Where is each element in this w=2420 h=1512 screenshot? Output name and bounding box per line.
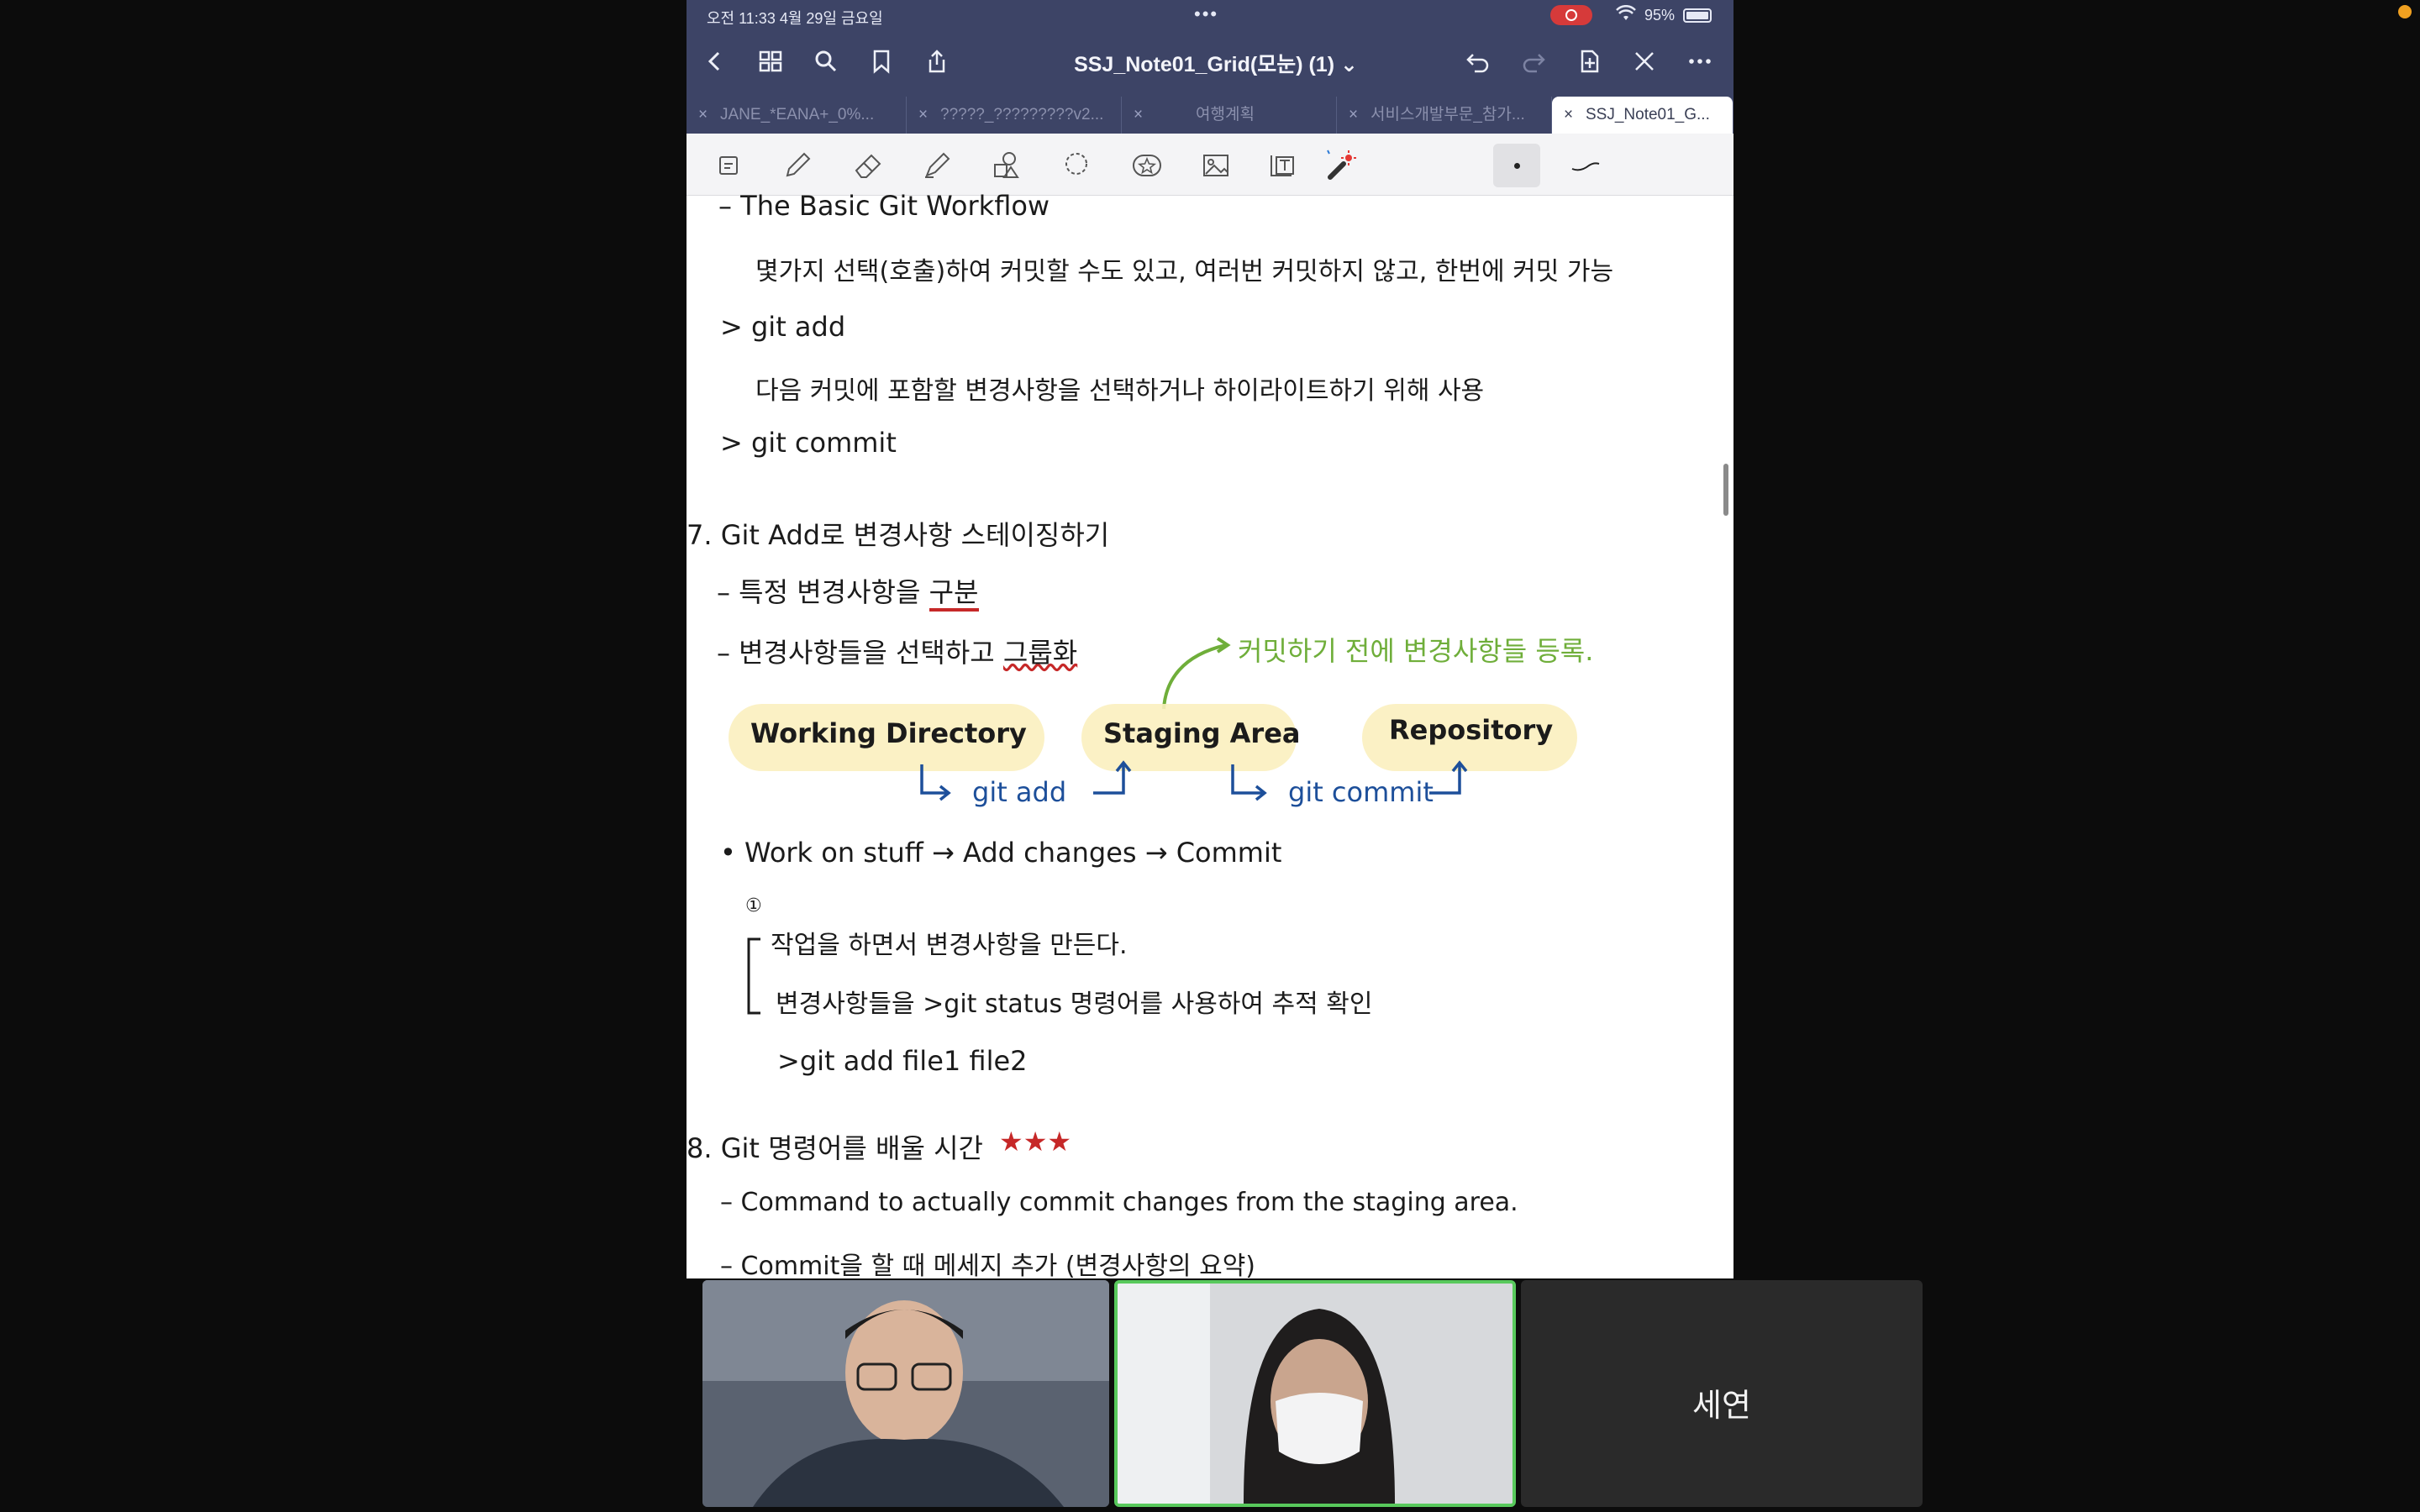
workflow-box-staging-area: Staging Area xyxy=(1103,717,1301,749)
status-time: 오전 11:33 4월 29일 금요일 xyxy=(707,10,883,27)
lasso-icon[interactable] xyxy=(1058,147,1095,184)
underlined-term: 구분 xyxy=(929,576,979,612)
note-line: > git commit xyxy=(720,427,897,459)
read-mode-icon[interactable] xyxy=(710,147,747,184)
step-line-2: 변경사항들을 >git status 명령어를 사용하여 추적 확인 xyxy=(776,990,1373,1019)
note-canvas[interactable]: – The Basic Git Workflow 몇가지 선택(호출)하여 커밋… xyxy=(687,190,1733,1278)
notification-dot xyxy=(2398,5,2412,18)
note-line: – The Basic Git Workflow xyxy=(718,190,1050,222)
note-line: 다음 커밋에 포함할 변경사항을 선택하거나 하이라이트하기 위해 사용 xyxy=(755,376,1485,406)
note-bullet-4: – Commit을 할 때 메세지 추가 (변경사항의 요약) xyxy=(720,1252,1256,1278)
document-title[interactable]: SSJ_Note01_Grid(모눈) (1) ⌄ xyxy=(1039,48,1392,78)
participant-video-1[interactable] xyxy=(702,1280,1109,1507)
tab-document-3[interactable]: × 여행계획 xyxy=(1122,97,1337,134)
sticker-icon[interactable] xyxy=(1128,147,1165,184)
step-marker: ① xyxy=(745,895,762,916)
pen-icon[interactable] xyxy=(779,147,816,184)
participant-photo xyxy=(1118,1284,1512,1504)
grid-view-icon[interactable] xyxy=(754,45,787,78)
eraser-icon[interactable] xyxy=(850,147,886,184)
search-icon[interactable] xyxy=(809,45,843,78)
scrollbar-thumb[interactable] xyxy=(1723,464,1728,516)
workflow-summary: • Work on stuff → Add changes → Commit xyxy=(720,837,1282,869)
star-rating: ★★★ xyxy=(999,1126,1072,1158)
back-icon[interactable] xyxy=(698,45,732,78)
add-page-icon[interactable] xyxy=(1572,45,1606,78)
share-icon[interactable] xyxy=(920,45,954,78)
screen-record-icon[interactable] xyxy=(1550,5,1592,25)
participant-video-2[interactable] xyxy=(1114,1280,1516,1507)
laser-pointer-icon[interactable] xyxy=(1323,147,1360,184)
shared-screen: 오전 11:33 4월 29일 금요일 ••• 95% SSJ_Note01_G… xyxy=(687,0,1733,1278)
workflow-box-repository: Repository xyxy=(1389,714,1554,746)
tab-document-5[interactable]: × SSJ_Note01_G... xyxy=(1552,97,1733,134)
undo-icon[interactable] xyxy=(1461,45,1495,78)
underlined-term: 그룹화 xyxy=(1002,637,1078,669)
tab-close-icon[interactable]: × xyxy=(918,97,928,134)
green-annotation: 커밋하기 전에 변경사항들 등록. xyxy=(1238,635,1594,667)
git-add-command: >git add file1 file2 xyxy=(777,1045,1028,1077)
git-add-label: git add xyxy=(972,776,1067,808)
tab-document-2[interactable]: × ?????_?????????v2... xyxy=(907,97,1122,134)
wifi-icon xyxy=(1616,4,1636,26)
tab-document-1[interactable]: × JANE_*EANA+_0%... xyxy=(687,97,907,134)
section-8-title: 8. Git 명령어를 배울 시간 xyxy=(687,1132,983,1164)
tab-close-icon[interactable]: × xyxy=(1349,97,1358,134)
participant-photo xyxy=(702,1280,1109,1507)
git-commit-arrow-up-icon xyxy=(1429,760,1468,795)
workflow-box-working-directory: Working Directory xyxy=(750,717,1027,749)
note-line: 몇가지 선택(호출)하여 커밋할 수도 있고, 여러번 커밋하지 않고, 한번에… xyxy=(755,257,1614,286)
note-bullet-1: – 특정 변경사항을 구분 xyxy=(717,571,979,612)
battery-percent: 95% xyxy=(1644,7,1676,24)
redo-icon[interactable] xyxy=(1517,45,1550,78)
stroke-style-icon[interactable] xyxy=(1567,147,1604,184)
bookmark-icon[interactable] xyxy=(865,45,898,78)
status-bar: 오전 11:33 4월 29일 금요일 ••• 95% xyxy=(687,0,1733,31)
bracket-icon xyxy=(747,937,760,1015)
git-commit-label: git commit xyxy=(1288,776,1434,808)
tab-close-icon[interactable]: × xyxy=(698,97,708,134)
app-navbar: SSJ_Note01_Grid(모눈) (1) ⌄ xyxy=(687,31,1733,93)
text-tool-icon[interactable] xyxy=(1266,147,1303,184)
note-bullet-3: – Command to actually commit changes fro… xyxy=(720,1188,1518,1217)
note-bullet-2: – 변경사항들을 선택하고 그룹화 xyxy=(717,637,1078,669)
participant-tile-3[interactable]: 세연 xyxy=(1521,1280,1923,1507)
git-add-arrow-up-icon xyxy=(1093,760,1132,795)
tab-close-icon[interactable]: × xyxy=(1564,97,1573,134)
shapes-icon[interactable] xyxy=(987,147,1024,184)
step-line-1: 작업을 하면서 변경사항을 만든다. xyxy=(771,931,1128,960)
drawing-toolbar xyxy=(687,134,1733,196)
pen-off-icon[interactable] xyxy=(1628,45,1661,78)
tab-close-icon[interactable]: × xyxy=(1134,97,1143,134)
section-7-title: 7. Git Add로 변경사항 스테이징하기 xyxy=(687,519,1110,551)
stroke-size-icon[interactable] xyxy=(1493,144,1540,187)
image-icon[interactable] xyxy=(1197,147,1234,184)
green-arrow-icon xyxy=(1162,637,1231,710)
note-line: > git add xyxy=(720,311,846,343)
more-icon[interactable] xyxy=(1683,45,1717,78)
document-tabs: × JANE_*EANA+_0%... × ?????_?????????v2.… xyxy=(687,93,1733,134)
participant-name: 세연 xyxy=(1692,1389,1751,1424)
highlighter-icon[interactable] xyxy=(918,147,955,184)
tab-document-4[interactable]: × 서비스개발부문_참가... xyxy=(1337,97,1552,134)
multitask-dots[interactable]: ••• xyxy=(1194,3,1218,25)
battery-icon xyxy=(1683,8,1712,23)
